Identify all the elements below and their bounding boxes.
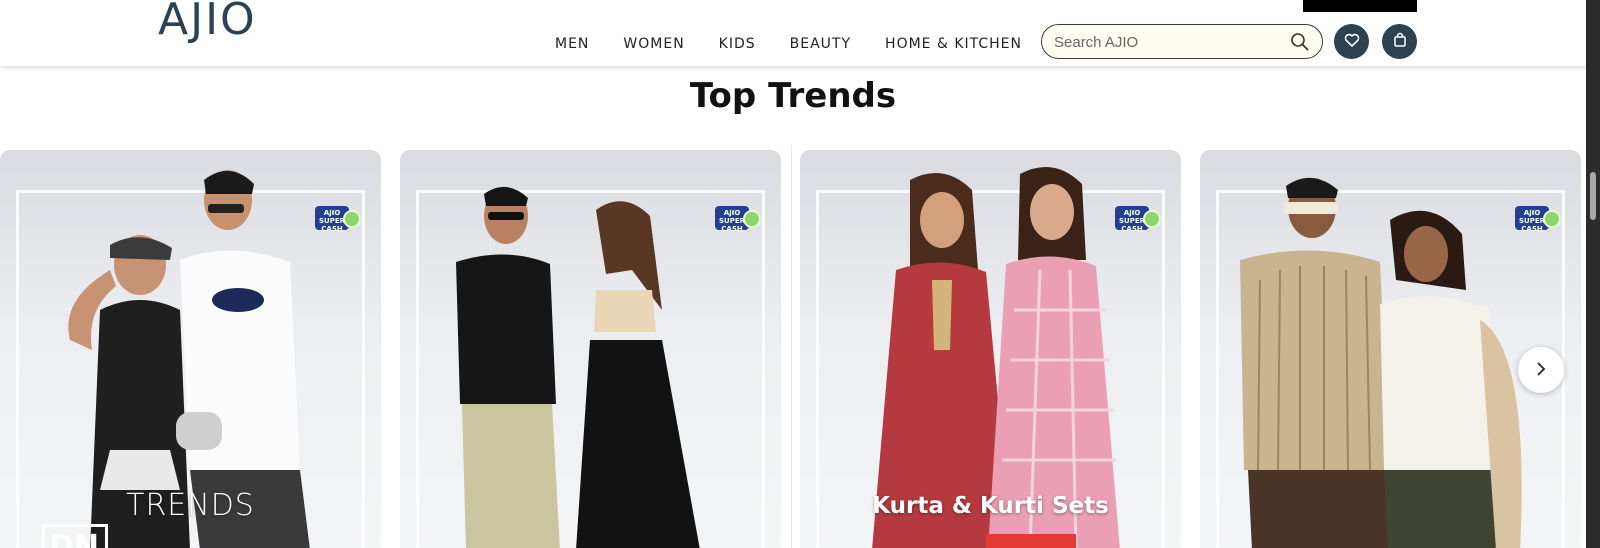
brand-logo-dn: DN [42, 524, 108, 548]
search-input[interactable] [1054, 31, 1284, 53]
offer-tag [986, 534, 1076, 548]
nav-item-women[interactable]: WOMEN [623, 36, 684, 56]
card-label-trends: TRENDS [126, 488, 255, 523]
chevron-right-icon [1534, 361, 1548, 380]
trend-card-2[interactable]: AJIO SUPER CASH [400, 150, 781, 548]
top-trends-carousel: AJIO SUPER CASH TRENDS DN AJIO SUPER CASH [0, 150, 1586, 548]
search-box [1041, 24, 1323, 59]
section-title: Top Trends [689, 76, 897, 116]
search-icon[interactable] [1290, 32, 1310, 52]
trend-card-kurta-sets[interactable]: AJIO SUPER CASH Kurta & Kurti Sets [800, 150, 1181, 548]
page-scrollbar[interactable] [1586, 0, 1600, 548]
carousel-next-button[interactable] [1518, 347, 1564, 393]
models-image [456, 186, 700, 548]
nav-item-kids[interactable]: KIDS [719, 36, 756, 56]
shopping-bag-icon [1392, 32, 1408, 52]
trend-card-trends[interactable]: AJIO SUPER CASH TRENDS DN [0, 150, 381, 548]
heart-icon [1344, 32, 1360, 52]
models-image [872, 166, 1120, 548]
wishlist-button[interactable] [1334, 24, 1369, 59]
nav-item-men[interactable]: MEN [555, 36, 589, 56]
nav-item-beauty[interactable]: BEAUTY [790, 36, 851, 56]
card-label-kurta-sets: Kurta & Kurti Sets [872, 493, 1109, 519]
main-nav: MEN WOMEN KIDS BEAUTY HOME & KITCHEN [555, 36, 1056, 56]
top-banner-strip [1303, 0, 1417, 12]
bag-button[interactable] [1382, 24, 1417, 59]
site-header: AJIO MEN WOMEN KIDS BEAUTY HOME & KITCHE… [0, 0, 1586, 66]
ajio-logo[interactable]: AJIO [158, 0, 257, 46]
models-image [1240, 177, 1522, 548]
scrollbar-thumb[interactable] [1590, 172, 1596, 220]
nav-item-home-kitchen[interactable]: HOME & KITCHEN [885, 36, 1022, 56]
trend-card-4[interactable]: AJIO SUPER CASH [1200, 150, 1581, 548]
